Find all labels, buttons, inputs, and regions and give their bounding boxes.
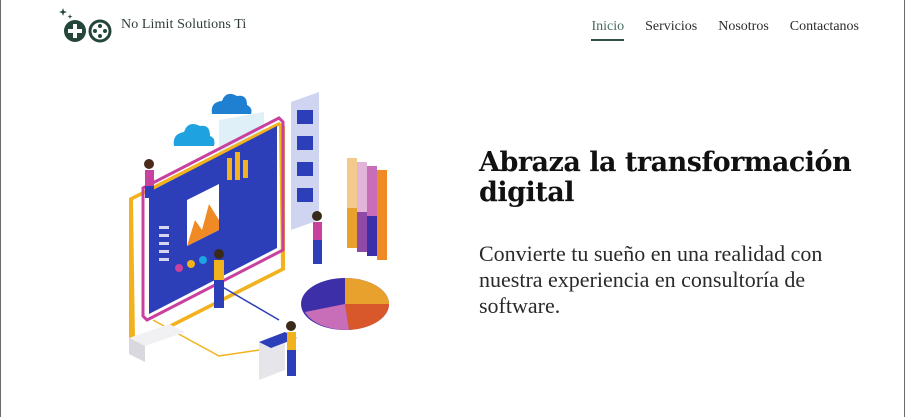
person-figure — [286, 321, 296, 376]
brand-logo-link[interactable]: No Limit Solutions Ti — [57, 6, 246, 44]
nav-link-contactanos[interactable]: Contactanos — [790, 19, 859, 39]
main-nav: Inicio Servicios Nosotros Contactanos — [591, 19, 859, 41]
gamepad-icon — [59, 8, 112, 43]
nav-link-nosotros[interactable]: Nosotros — [718, 19, 769, 39]
hero-subtitle: Convierte tu sueño en una realidad con n… — [479, 241, 823, 318]
nav-link-inicio[interactable]: Inicio — [591, 19, 624, 41]
site-header: No Limit Solutions Ti Inicio Servicios N… — [1, 0, 905, 56]
brand-name: No Limit Solutions Ti — [121, 17, 247, 32]
hero-illustration — [129, 92, 390, 380]
hero-title: Abraza la transformación digital — [479, 147, 852, 208]
person-figure — [312, 211, 322, 264]
nav-link-servicios[interactable]: Servicios — [645, 19, 697, 39]
person-figure — [144, 159, 154, 198]
